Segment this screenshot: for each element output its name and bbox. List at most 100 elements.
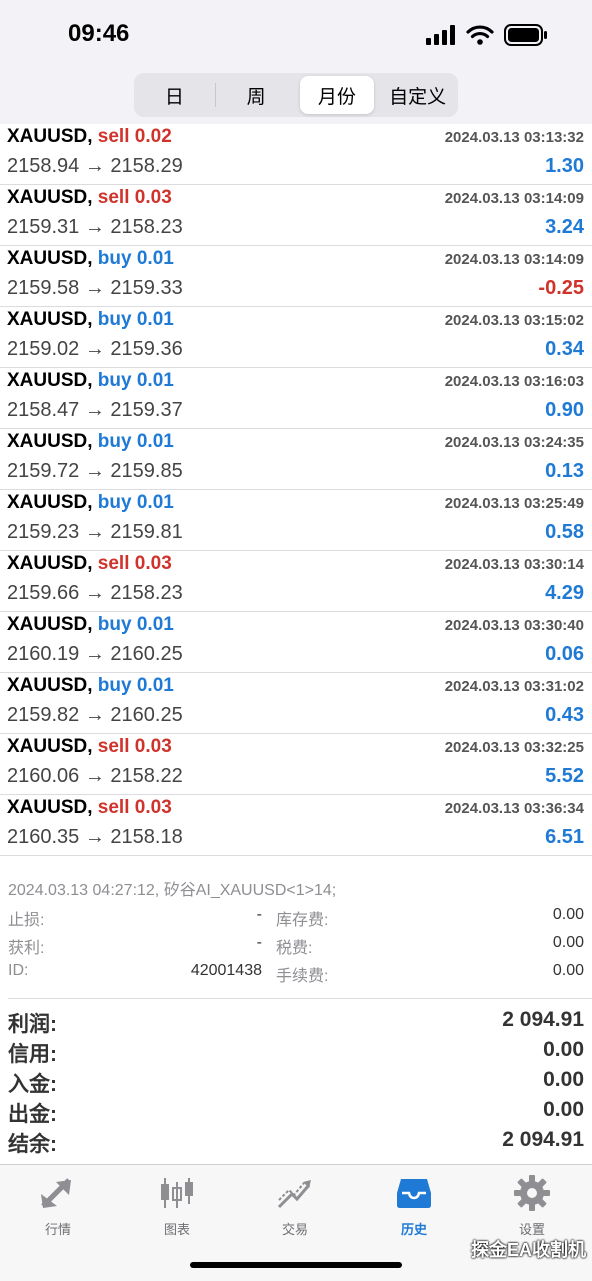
summary-deposit: 入金: 0.00 (8, 1068, 584, 1098)
tax-label: 税费: (276, 940, 313, 957)
trade-row[interactable]: XAUUSD, sell 0.02 2024.03.13 03:13:32 2158… (0, 124, 592, 185)
swap-label: 库存费: (276, 912, 329, 929)
trade-row[interactable]: XAUUSD, buy 0.01 2024.03.13 03:25:49 2159.… (0, 490, 592, 551)
detail-row-id: ID: 42001438 手续费: 0.00 (8, 962, 584, 988)
trade-direction: sell 0.03 (98, 187, 172, 208)
lot-size: 0.03 (134, 736, 172, 757)
divider (8, 998, 592, 999)
trade-direction: buy 0.01 (98, 248, 174, 269)
trade-history-list: XAUUSD, sell 0.02 2024.03.13 03:13:32 2158… (0, 124, 592, 856)
cellular-signal-icon (426, 25, 455, 45)
trade-symbol: XAUUSD, buy 0.01 (7, 370, 174, 392)
trade-row[interactable]: XAUUSD, buy 0.01 2024.03.13 03:14:09 2159.… (0, 246, 592, 307)
trade-direction: sell 0.03 (98, 736, 172, 757)
trade-row[interactable]: XAUUSD, buy 0.01 2024.03.13 03:16:03 2158.… (0, 368, 592, 429)
trade-profit: 4.29 (545, 582, 584, 604)
trade-prices: 2159.82 → 2160.25 (7, 704, 183, 726)
trade-direction: buy 0.01 (98, 492, 174, 513)
period-segmented-control: 日 周 月份 自定义 (134, 73, 458, 117)
trade-prices: 2159.02 → 2159.36 (7, 338, 183, 360)
trade-profit: 0.06 (545, 643, 584, 665)
summary-withdrawal: 出金: 0.00 (8, 1098, 584, 1128)
deposit-label: 入金: (8, 1073, 57, 1096)
trade-row[interactable]: XAUUSD, sell 0.03 2024.03.13 03:30:14 2159… (0, 551, 592, 612)
trade-direction: buy 0.01 (98, 431, 174, 452)
balance-value: 2 094.91 (502, 1128, 584, 1151)
tab-history[interactable]: 历史 (364, 1173, 464, 1239)
trade-prices: 2159.23 → 2159.81 (7, 521, 183, 543)
trade-direction: sell 0.03 (98, 553, 172, 574)
withdrawal-label: 出金: (8, 1103, 57, 1126)
direction-text: buy (97, 492, 132, 513)
quotes-arrows-icon (41, 1178, 71, 1208)
trade-row[interactable]: XAUUSD, sell 0.03 2024.03.13 03:14:09 2159… (0, 185, 592, 246)
trade-time: 2024.03.13 03:14:09 (444, 190, 584, 207)
trade-time: 2024.03.13 03:30:40 (444, 617, 584, 634)
tab-quotes[interactable]: 行情 (8, 1173, 108, 1239)
trade-row[interactable]: XAUUSD, buy 0.01 2024.03.13 03:24:35 2159.… (0, 429, 592, 490)
segment-week[interactable]: 周 (219, 76, 294, 114)
wifi-icon (466, 25, 494, 45)
tab-settings[interactable]: 设置 (482, 1173, 582, 1239)
symbol-text: XAUUSD, (7, 370, 93, 391)
lot-size: 0.01 (136, 309, 174, 330)
trade-profit: 0.43 (545, 704, 584, 726)
symbol-text: XAUUSD, (7, 309, 93, 330)
tab-trade-label: 交易 (281, 1222, 308, 1237)
candlestick-chart-icon (161, 1178, 193, 1208)
trade-time: 2024.03.13 03:36:34 (444, 800, 584, 817)
credit-value: 0.00 (543, 1038, 584, 1061)
tab-charts[interactable]: 图表 (127, 1173, 227, 1239)
direction-text: buy (97, 431, 132, 452)
lot-size: 0.01 (136, 614, 174, 635)
trade-symbol: XAUUSD, buy 0.01 (7, 248, 174, 270)
order-comment: 2024.03.13 04:27:12, 矽谷AI_XAUUSD<1>14; (8, 882, 337, 899)
gear-icon (514, 1175, 550, 1211)
segment-month[interactable]: 月份 (299, 76, 375, 114)
trade-symbol: XAUUSD, sell 0.03 (7, 736, 172, 758)
direction-text: sell (97, 797, 130, 818)
trade-profit: 0.90 (545, 399, 584, 421)
profit-label: 利润: (8, 1013, 57, 1036)
trade-row[interactable]: XAUUSD, buy 0.01 2024.03.13 03:30:40 2160.… (0, 612, 592, 673)
trade-prices: 2159.66 → 2158.23 (7, 582, 183, 604)
stop-loss-label: 止损: (8, 912, 45, 929)
trade-row[interactable]: XAUUSD, sell 0.03 2024.03.13 03:36:34 2160… (0, 795, 592, 856)
id-label: ID: (8, 962, 29, 979)
segment-day[interactable]: 日 (137, 76, 212, 114)
direction-text: sell (97, 126, 130, 147)
trade-prices: 2159.72 → 2159.85 (7, 460, 183, 482)
trade-direction: buy 0.01 (98, 370, 174, 391)
symbol-text: XAUUSD, (7, 675, 93, 696)
battery-icon (504, 24, 547, 46)
trade-symbol: XAUUSD, buy 0.01 (7, 431, 174, 453)
symbol-text: XAUUSD, (7, 797, 93, 818)
trade-symbol: XAUUSD, buy 0.01 (7, 309, 174, 331)
commission-value: 0.00 (552, 962, 584, 979)
trade-symbol: XAUUSD, sell 0.02 (7, 126, 172, 148)
trade-time: 2024.03.13 03:24:35 (444, 434, 584, 451)
trade-direction: buy 0.01 (98, 309, 174, 330)
lot-size: 0.01 (136, 248, 174, 269)
balance-label: 结余: (8, 1133, 57, 1156)
id-value: 42001438 (190, 962, 262, 979)
segment-custom[interactable]: 自定义 (380, 76, 455, 114)
trade-direction: buy 0.01 (98, 675, 174, 696)
trade-prices: 2160.06 → 2158.22 (7, 765, 183, 787)
trade-symbol: XAUUSD, sell 0.03 (7, 187, 172, 209)
trade-prices: 2159.31 → 2158.23 (7, 216, 183, 238)
tab-charts-label: 图表 (163, 1222, 190, 1237)
symbol-text: XAUUSD, (7, 248, 93, 269)
tab-trade[interactable]: 交易 (245, 1173, 345, 1239)
trade-profit: 1.30 (545, 155, 584, 177)
symbol-text: XAUUSD, (7, 431, 93, 452)
trade-row[interactable]: XAUUSD, buy 0.01 2024.03.13 03:31:02 2159.… (0, 673, 592, 734)
trade-profit: 6.51 (545, 826, 584, 848)
lot-size: 0.03 (134, 553, 172, 574)
trade-row[interactable]: XAUUSD, buy 0.01 2024.03.13 03:15:02 2159.… (0, 307, 592, 368)
trade-row[interactable]: XAUUSD, sell 0.03 2024.03.13 03:32:25 2160… (0, 734, 592, 795)
trade-time: 2024.03.13 03:30:14 (444, 556, 584, 573)
lot-size: 0.01 (136, 675, 174, 696)
direction-text: buy (97, 614, 132, 635)
detail-row-sl: 止损: - 库存费: 0.00 (8, 906, 584, 932)
